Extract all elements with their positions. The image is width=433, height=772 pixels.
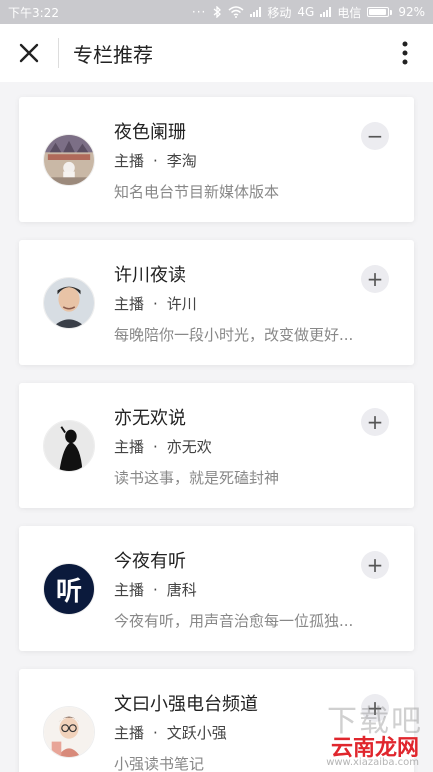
card-host: 主播 · 许川 — [114, 295, 197, 313]
signal2-icon — [320, 7, 332, 17]
avatar — [43, 420, 95, 472]
card-host: 主播 · 亦无欢 — [114, 438, 212, 456]
status-time: 下午3:22 — [8, 5, 59, 20]
bluetooth-icon — [212, 6, 222, 18]
host-name: 李淘 — [166, 152, 197, 170]
battery-icon — [367, 7, 393, 17]
card-title: 今夜有听 — [114, 551, 186, 572]
status-bar: 下午3:22 ··· 移动 4G 电信 92% — [0, 0, 433, 24]
card-title: 亦无欢说 — [114, 408, 186, 429]
card-title: 许川夜读 — [114, 265, 186, 286]
network-label: 4G — [297, 5, 315, 19]
card-desc: 每晚陪你一段小时光，改变做更好... — [114, 326, 354, 344]
header: 专栏推荐 — [0, 24, 433, 82]
wifi-icon — [228, 6, 244, 18]
page-title: 专栏推荐 — [73, 42, 153, 67]
host-name: 文跃小强 — [166, 724, 227, 742]
host-name: 许川 — [166, 295, 197, 313]
unsubscribe-button[interactable]: − — [361, 122, 389, 150]
avatar — [43, 134, 95, 186]
subscribe-button[interactable]: + — [361, 694, 389, 722]
card-desc: 小强读书笔记 — [114, 755, 205, 772]
close-button[interactable] — [0, 24, 58, 82]
column-list: 夜色阑珊 主播 · 李淘 知名电台节目新媒体版本 − 许川夜读 主播 · 许川 每晚陪你… — [0, 82, 433, 772]
card-desc: 读书这事，就是死磕封神 — [114, 469, 280, 487]
avatar — [43, 277, 95, 329]
card-desc: 今夜有听，用声音治愈每一位孤独... — [114, 612, 354, 630]
card-title: 文曰小强电台频道 — [114, 694, 258, 715]
signal-icon — [250, 7, 262, 17]
subscribe-button[interactable]: + — [361, 265, 389, 293]
card-host: 主播 · 唐科 — [114, 581, 197, 599]
close-icon — [19, 43, 39, 63]
host-name: 亦无欢 — [166, 438, 212, 456]
avatar: 听 — [43, 563, 95, 615]
column-card[interactable]: 亦无欢说 主播 · 亦无欢 读书这事，就是死磕封神 + — [19, 383, 414, 508]
card-title: 夜色阑珊 — [114, 122, 186, 143]
status-dots: ··· — [191, 5, 207, 19]
column-card[interactable]: 文曰小强电台频道 主播 · 文跃小强 小强读书笔记 + — [19, 669, 414, 772]
card-desc: 知名电台节目新媒体版本 — [114, 183, 280, 201]
host-name: 唐科 — [166, 581, 197, 599]
more-button[interactable] — [377, 24, 433, 82]
column-card[interactable]: 夜色阑珊 主播 · 李淘 知名电台节目新媒体版本 − — [19, 97, 414, 222]
column-card[interactable]: 许川夜读 主播 · 许川 每晚陪你一段小时光，改变做更好... + — [19, 240, 414, 365]
more-vertical-icon — [402, 41, 408, 65]
carrier1-label: 移动 — [267, 5, 292, 20]
avatar — [43, 706, 95, 758]
subscribe-button[interactable]: + — [361, 551, 389, 579]
column-card[interactable]: 听 今夜有听 主播 · 唐科 今夜有听，用声音治愈每一位孤独... + — [19, 526, 414, 651]
avatar-text: 听 — [55, 576, 82, 607]
subscribe-button[interactable]: + — [361, 408, 389, 436]
carrier2-label: 电信 — [337, 5, 362, 20]
header-divider — [58, 38, 59, 68]
battery-label: 92% — [398, 5, 425, 19]
card-host: 主播 · 文跃小强 — [114, 724, 227, 742]
card-host: 主播 · 李淘 — [114, 152, 197, 170]
